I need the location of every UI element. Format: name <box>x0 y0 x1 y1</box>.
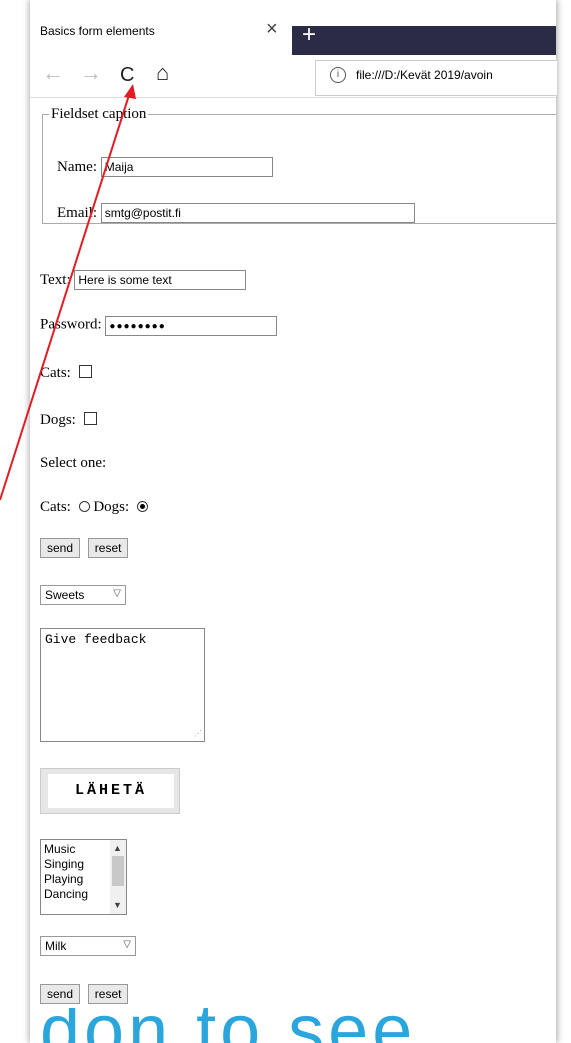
back-icon[interactable]: ← <box>42 61 64 85</box>
info-icon[interactable]: i <box>330 67 346 83</box>
name-field[interactable] <box>100 157 273 177</box>
laheta-button[interactable]: LÄHETÄ <box>40 768 180 814</box>
overlay-text-label: don to see <box>40 1008 416 1043</box>
radio-dogs-label: Dogs: <box>93 499 130 515</box>
name-label: Name: <box>57 159 97 175</box>
send-button-2[interactable]: send <box>40 984 81 1004</box>
password-row: Password: <box>40 316 278 336</box>
overlay-text: don to see <box>0 1008 571 1043</box>
navigation-bar: ← → C ⌂ i file:///D:/Kevät 2019/avoin <box>30 55 557 98</box>
tab-title: Basics form elements <box>40 24 155 38</box>
sweets-dropdown[interactable]: Sweets ▽ <box>40 585 126 605</box>
cats-label: Cats: <box>40 365 71 381</box>
reset-button[interactable]: reset <box>87 538 129 558</box>
select-one-label: Select one: <box>40 455 107 471</box>
fieldset: Fieldset caption Name: Email: <box>42 106 556 224</box>
drink-dropdown[interactable]: Milk ▽ <box>40 936 136 956</box>
new-tab-icon[interactable]: + <box>302 23 316 47</box>
dogs-checkbox[interactable] <box>83 412 97 425</box>
tab-bar: Basics form elements × + <box>30 0 556 55</box>
feedback-textarea[interactable]: Give feedback ⋰ <box>40 628 205 742</box>
page-content: Fieldset caption Name: Email: Text: Pass… <box>30 98 556 1043</box>
send-button[interactable]: send <box>40 538 81 558</box>
url-text: file:///D:/Kevät 2019/avoin <box>356 68 493 82</box>
password-field[interactable] <box>105 316 278 336</box>
dogs-radio[interactable] <box>136 501 148 512</box>
tab-strip: + <box>292 23 556 55</box>
reset-button-2[interactable]: reset <box>87 984 129 1004</box>
cats-radio[interactable] <box>78 501 90 512</box>
radio-row: Cats: Dogs: <box>40 499 148 516</box>
feedback-text: Give feedback <box>45 632 147 647</box>
button-row-2: send reset <box>40 984 132 1004</box>
dogs-checkbox-row: Dogs: <box>40 412 97 429</box>
home-icon[interactable]: ⌂ <box>156 61 169 85</box>
drink-value: Milk <box>45 939 67 953</box>
listbox-scrollbar[interactable]: ▲ ▼ <box>110 840 126 914</box>
email-row: Email: <box>57 203 415 223</box>
email-field[interactable] <box>100 203 415 223</box>
scroll-up-icon[interactable]: ▲ <box>113 841 122 856</box>
scroll-down-icon[interactable]: ▼ <box>113 898 122 913</box>
chevron-down-icon: ▽ <box>113 588 121 599</box>
chevron-down-icon: ▽ <box>123 939 131 950</box>
radio-cats-label: Cats: <box>40 499 71 515</box>
browser-window: Basics form elements × + ← → C ⌂ i file:… <box>30 0 557 1043</box>
address-bar[interactable]: i file:///D:/Kevät 2019/avoin <box>315 60 557 96</box>
fieldset-legend: Fieldset caption <box>51 106 147 122</box>
browser-tab[interactable]: Basics form elements × <box>30 0 292 55</box>
forward-icon[interactable]: → <box>80 61 102 85</box>
laheta-label: LÄHETÄ <box>48 774 174 808</box>
dogs-label: Dogs: <box>40 412 76 428</box>
sweets-value: Sweets <box>45 588 85 602</box>
refresh-icon[interactable]: C <box>120 63 134 87</box>
cats-checkbox-row: Cats: <box>40 365 92 382</box>
resize-grip-icon[interactable]: ⋰ <box>194 729 202 739</box>
text-label: Text: <box>40 272 71 288</box>
name-row: Name: <box>57 157 273 177</box>
close-tab-icon[interactable]: × <box>266 19 278 39</box>
email-label: Email: <box>57 205 97 221</box>
cats-checkbox[interactable] <box>78 365 92 378</box>
scroll-thumb[interactable] <box>112 856 124 886</box>
text-row: Text: <box>40 270 247 290</box>
password-label: Password: <box>40 316 102 333</box>
activity-listbox[interactable]: Music Singing Playing Dancing ▲ ▼ <box>40 839 127 915</box>
button-row: send reset <box>40 538 132 558</box>
text-field[interactable] <box>74 270 247 290</box>
